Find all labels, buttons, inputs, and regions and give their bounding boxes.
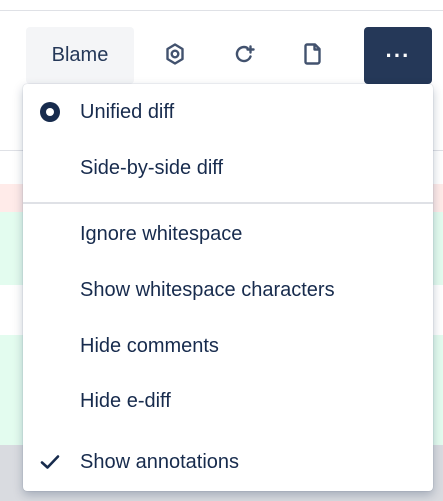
menu-item-side-by-side-diff[interactable]: Side-by-side diff xyxy=(23,140,433,196)
menu-divider xyxy=(23,202,433,204)
refresh-button[interactable] xyxy=(222,27,266,84)
checkmark-icon xyxy=(39,451,61,473)
diff-toolbar: Blame ··· xyxy=(0,27,443,84)
blame-button[interactable]: Blame xyxy=(26,27,134,84)
refresh-icon xyxy=(233,43,255,68)
more-options-button[interactable]: ··· xyxy=(364,27,432,84)
divider xyxy=(0,10,443,11)
menu-item-hide-e-diff[interactable]: Hide e-diff xyxy=(23,373,433,429)
file-button[interactable] xyxy=(291,27,335,84)
file-icon xyxy=(304,43,322,68)
menu-item-label: Hide e-diff xyxy=(80,389,171,412)
menu-item-ignore-whitespace[interactable]: Ignore whitespace xyxy=(23,206,433,262)
menu-item-show-annotations[interactable]: Show annotations xyxy=(23,434,433,490)
menu-item-label: Side-by-side diff xyxy=(80,156,224,179)
more-icon: ··· xyxy=(385,42,411,68)
menu-item-label: Unified diff xyxy=(80,100,175,123)
radio-selected-icon xyxy=(39,101,61,123)
menu-item-label: Show annotations xyxy=(80,450,240,473)
diff-options-menu: Unified diff Side-by-side diff Ignore wh… xyxy=(23,84,433,491)
menu-item-unified-diff[interactable]: Unified diff xyxy=(23,84,433,140)
menu-item-label: Hide comments xyxy=(80,334,219,357)
menu-item-hide-comments[interactable]: Hide comments xyxy=(23,318,433,374)
menu-item-show-whitespace-characters[interactable]: Show whitespace characters xyxy=(23,262,433,318)
settings-button[interactable] xyxy=(153,27,197,84)
menu-item-label: Ignore whitespace xyxy=(80,222,243,245)
settings-icon xyxy=(165,43,185,68)
menu-item-label: Show whitespace characters xyxy=(80,278,335,301)
